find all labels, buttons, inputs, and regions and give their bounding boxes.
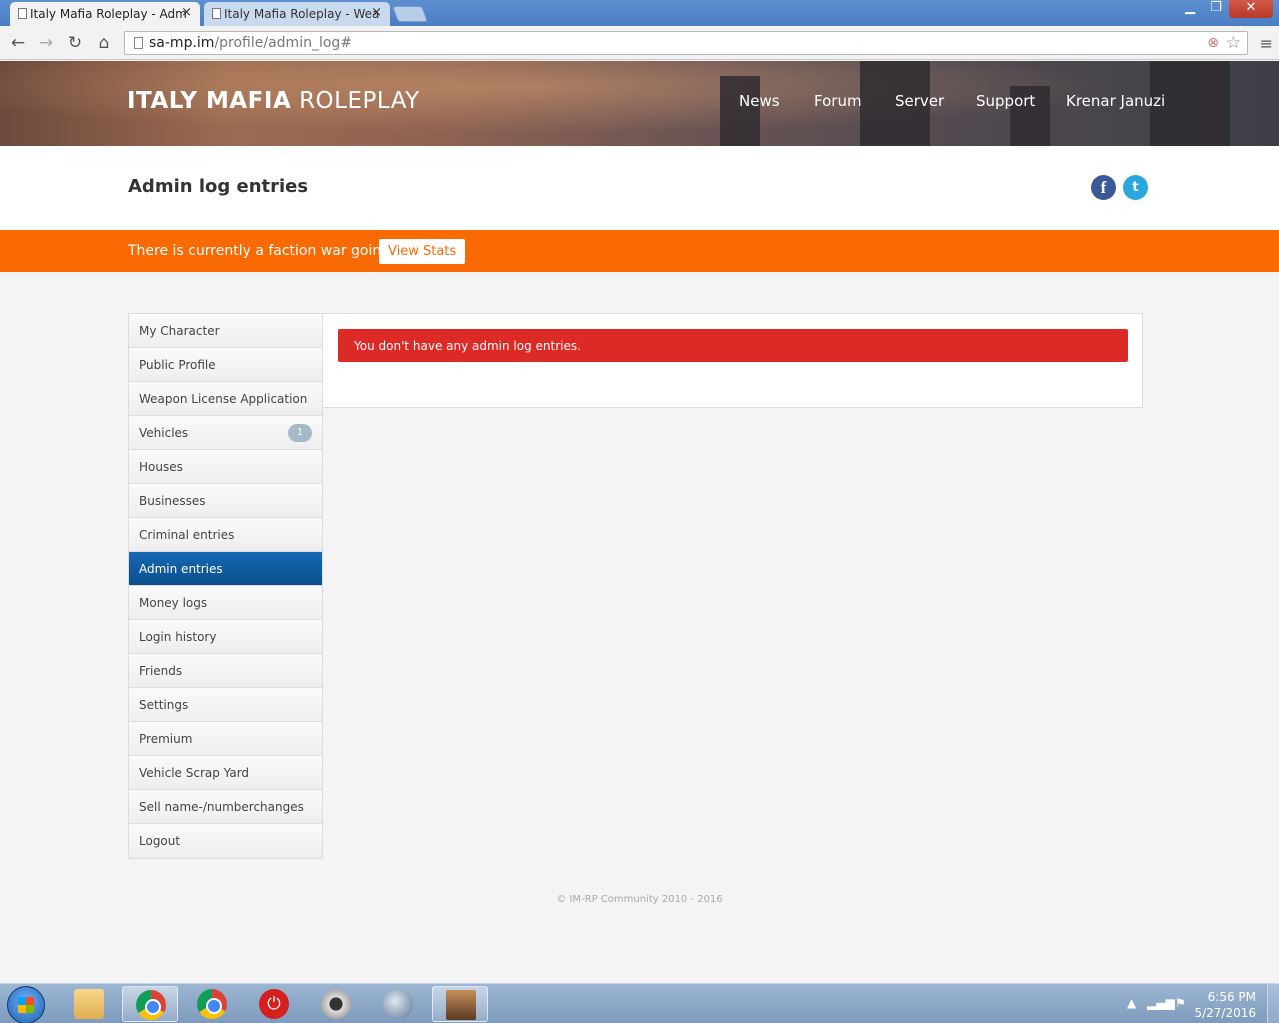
- browser-toolbar: ← → ↻ ⌂ sa-mp.im/profile/admin_log# ⊗ ☆ …: [0, 26, 1279, 60]
- close-window-button[interactable]: ✕: [1229, 0, 1273, 18]
- clock-time: 6:56 PM: [1207, 990, 1256, 1004]
- clock-date: 5/27/2016: [1194, 1006, 1256, 1020]
- menu-icon[interactable]: ≡: [1260, 34, 1273, 53]
- site-header: ITALY MAFIA ROLEPLAY News Forum Server S…: [0, 61, 1279, 146]
- taskbar-game[interactable]: [432, 986, 488, 1022]
- address-bar[interactable]: sa-mp.im/profile/admin_log# ⊗ ☆: [124, 31, 1248, 55]
- power-icon: ⏻: [259, 989, 289, 1019]
- page-icon: [134, 37, 143, 49]
- profile-sidebar: My Character Public Profile Weapon Licen…: [128, 313, 323, 859]
- page-title: Admin log entries: [128, 176, 309, 197]
- taskbar-power-app[interactable]: ⏻: [246, 986, 302, 1022]
- extension-icon[interactable]: ⊗: [1207, 35, 1219, 51]
- twitter-icon[interactable]: t: [1123, 175, 1148, 200]
- error-message: You don't have any admin log entries.: [354, 339, 581, 353]
- alert-text: There is currently a faction war going o…: [128, 243, 418, 259]
- minimize-button[interactable]: ▁: [1177, 0, 1203, 18]
- taskbar-chrome-active[interactable]: [122, 986, 178, 1022]
- tab-title: Italy Mafia Roleplay - Adm: [30, 7, 187, 21]
- system-tray: ▲ ▂▄▆ ⚑ 6:56 PM 5/27/2016: [1089, 984, 1279, 1023]
- faction-war-alert: There is currently a faction war going o…: [0, 230, 1279, 272]
- show-hidden-icons-icon[interactable]: ▲: [1127, 996, 1136, 1010]
- page-header: Admin log entries f t: [0, 146, 1279, 230]
- folder-icon: [74, 989, 104, 1019]
- browser-titlebar: Italy Mafia Roleplay - Adm × Italy Mafia…: [0, 0, 1279, 26]
- show-desktop-button[interactable]: [1267, 984, 1279, 1023]
- webcam-icon: [321, 989, 351, 1019]
- sidebar-item-criminal-entries[interactable]: Criminal entries: [129, 518, 322, 552]
- action-center-flag-icon[interactable]: ⚑: [1175, 996, 1186, 1010]
- back-icon[interactable]: ←: [8, 33, 28, 53]
- browser-tab-active[interactable]: Italy Mafia Roleplay - Adm ×: [10, 2, 200, 26]
- page-icon: [18, 8, 27, 19]
- chrome-icon: [197, 989, 227, 1019]
- sidebar-item-admin-entries[interactable]: Admin entries: [129, 552, 322, 586]
- start-button[interactable]: [7, 986, 45, 1023]
- nav-support[interactable]: Support: [976, 92, 1035, 110]
- sidebar-item-houses[interactable]: Houses: [129, 450, 322, 484]
- network-signal-icon[interactable]: ▂▄▆: [1147, 996, 1175, 1010]
- home-icon[interactable]: ⌂: [94, 33, 114, 53]
- windows-taskbar: ⏻ ▲ ▂▄▆ ⚑ 6:56 PM 5/27/2016: [0, 983, 1279, 1023]
- close-tab-icon[interactable]: ×: [371, 5, 382, 20]
- sidebar-item-vehicles[interactable]: Vehicles 1: [129, 416, 322, 450]
- facebook-icon[interactable]: f: [1091, 175, 1116, 200]
- nav-forum[interactable]: Forum: [814, 92, 862, 110]
- teamspeak-icon: [383, 989, 413, 1019]
- sidebar-item-sell-changes[interactable]: Sell name-/numberchanges: [129, 790, 322, 824]
- sidebar-item-vehicle-scrap-yard[interactable]: Vehicle Scrap Yard: [129, 756, 322, 790]
- taskbar-explorer[interactable]: [61, 986, 117, 1022]
- clock[interactable]: 6:56 PM 5/27/2016: [1194, 989, 1256, 1021]
- sidebar-item-logout[interactable]: Logout: [129, 824, 322, 858]
- url-text[interactable]: sa-mp.im/profile/admin_log#: [149, 35, 352, 51]
- sidebar-item-settings[interactable]: Settings: [129, 688, 322, 722]
- close-tab-icon[interactable]: ×: [181, 5, 192, 20]
- sidebar-item-public-profile[interactable]: Public Profile: [129, 348, 322, 382]
- tab-title: Italy Mafia Roleplay - Wea: [224, 7, 380, 21]
- new-tab-button[interactable]: [392, 6, 428, 22]
- sidebar-item-login-history[interactable]: Login history: [129, 620, 322, 654]
- nav-news[interactable]: News: [739, 92, 780, 110]
- view-stats-button[interactable]: View Stats: [379, 239, 466, 264]
- windows-logo-icon: [18, 997, 34, 1013]
- nav-server[interactable]: Server: [895, 92, 944, 110]
- sidebar-item-my-character[interactable]: My Character: [129, 314, 322, 348]
- site-logo[interactable]: ITALY MAFIA ROLEPLAY: [127, 88, 420, 114]
- window-controls: ▁ ❐ ✕: [1177, 0, 1273, 18]
- taskbar-teamspeak[interactable]: [370, 986, 426, 1022]
- reload-icon[interactable]: ↻: [65, 33, 85, 53]
- no-entries-alert: You don't have any admin log entries.: [338, 329, 1128, 362]
- game-avatar-icon: [446, 990, 476, 1020]
- taskbar-chrome[interactable]: [184, 986, 240, 1022]
- chrome-icon: [136, 990, 166, 1020]
- forward-icon[interactable]: →: [36, 33, 56, 53]
- vehicles-count-badge: 1: [288, 424, 312, 442]
- page-icon: [212, 8, 221, 19]
- sidebar-item-premium[interactable]: Premium: [129, 722, 322, 756]
- bookmark-star-icon[interactable]: ☆: [1226, 33, 1241, 53]
- nav-user[interactable]: Krenar Januzi: [1066, 92, 1165, 110]
- browser-tab[interactable]: Italy Mafia Roleplay - Wea ×: [204, 2, 390, 26]
- footer-copyright: © IM-RP Community 2010 - 2016: [556, 894, 723, 905]
- sidebar-item-businesses[interactable]: Businesses: [129, 484, 322, 518]
- sidebar-item-friends[interactable]: Friends: [129, 654, 322, 688]
- sidebar-item-weapon-license[interactable]: Weapon License Application: [129, 382, 322, 416]
- admin-log-panel: You don't have any admin log entries.: [322, 313, 1143, 408]
- maximize-button[interactable]: ❐: [1203, 0, 1229, 18]
- sidebar-item-money-logs[interactable]: Money logs: [129, 586, 322, 620]
- taskbar-webcam[interactable]: [308, 986, 364, 1022]
